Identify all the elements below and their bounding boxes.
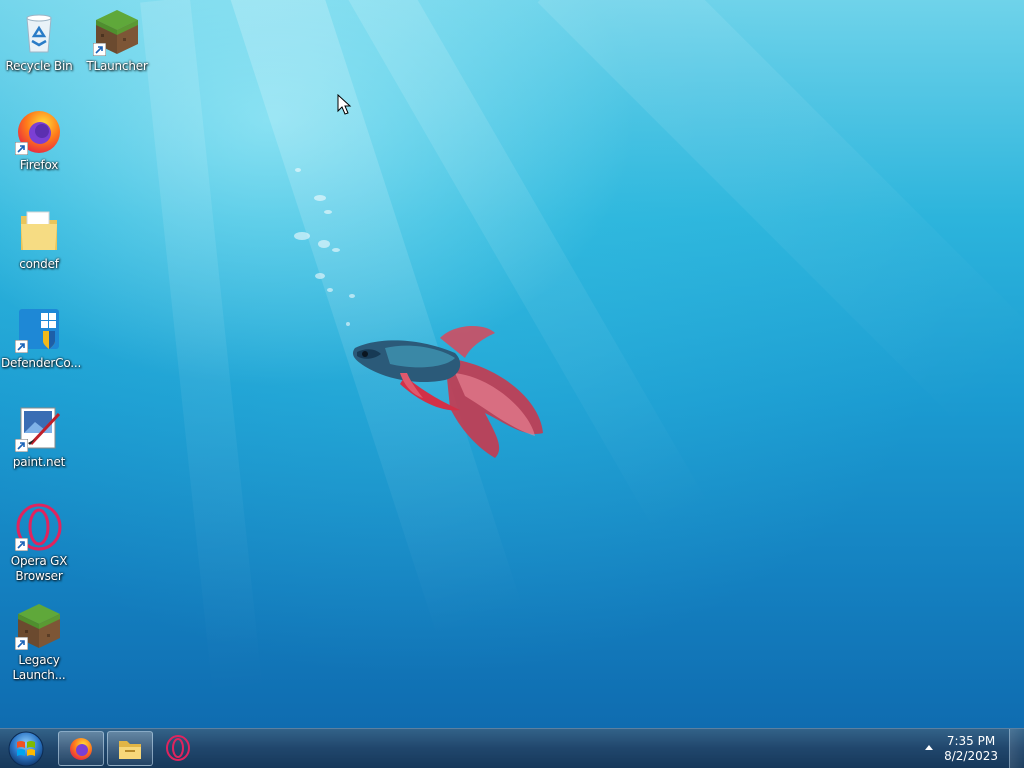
recycle-bin-icon (15, 8, 63, 56)
shortcut-arrow-icon (93, 43, 106, 56)
desktop-icon-legacy-launcher[interactable]: Legacy Launch... (1, 602, 77, 683)
opera-gx-icon (166, 735, 190, 761)
desktop-icon-label: paint.net (12, 455, 66, 469)
windows-defender-icon (15, 305, 63, 353)
taskbar-clock[interactable]: 7:35 PM 8/2/2023 (944, 734, 998, 764)
betta-fish-wallpaper (352, 326, 543, 458)
desktop-icon-tlauncher[interactable]: TLauncher (79, 8, 155, 74)
desktop-icon-label: Recycle Bin (5, 59, 73, 73)
desktop-icon-defenderco[interactable]: DefenderCo... (1, 305, 82, 371)
file-explorer-icon (119, 741, 141, 759)
shortcut-arrow-icon (15, 637, 28, 650)
desktop-icon-condef[interactable]: condef (1, 206, 77, 272)
show-desktop-button[interactable] (1009, 729, 1024, 768)
desktop-icon-recycle-bin[interactable]: Recycle Bin (1, 8, 77, 74)
desktop-icon-label: DefenderCo... (1, 356, 82, 370)
firefox-icon (15, 107, 63, 155)
desktop-icon-firefox[interactable]: Firefox (1, 107, 77, 173)
desktop-background[interactable]: Recycle Bin TLauncher Firefox condef Def… (0, 0, 1024, 728)
desktop-icon-paint-net[interactable]: paint.net (1, 404, 77, 470)
windows-start-orb-icon (8, 731, 44, 767)
taskbar-explorer-button[interactable] (107, 731, 153, 766)
desktop-icon-label: Firefox (19, 158, 59, 172)
opera-gx-icon (15, 503, 63, 551)
mouse-pointer-icon (337, 94, 352, 115)
folder-icon (15, 206, 63, 254)
taskbar: 7:35 PM 8/2/2023 (0, 728, 1024, 768)
shortcut-arrow-icon (15, 142, 28, 155)
paint-net-icon (15, 404, 63, 452)
light-ray (140, 0, 264, 699)
tray-overflow-button[interactable] (921, 739, 937, 755)
desktop-icon-label: TLauncher (86, 59, 148, 73)
clock-time: 7:35 PM (946, 734, 996, 748)
tray-overflow-arrow-icon (925, 745, 933, 750)
desktop-icon-label: condef (19, 257, 59, 271)
shortcut-arrow-icon (15, 340, 28, 353)
clock-date: 8/2/2023 (944, 749, 998, 763)
taskbar-firefox-button[interactable] (58, 731, 104, 766)
shortcut-arrow-icon (15, 439, 28, 452)
desktop-icon-label: Opera GX Browser (10, 554, 68, 583)
firefox-icon (70, 738, 92, 760)
minecraft-grass-block-icon (93, 8, 141, 56)
shortcut-arrow-icon (15, 538, 28, 551)
desktop-icon-opera-gx[interactable]: Opera GX Browser (1, 503, 77, 584)
start-button[interactable] (6, 730, 46, 768)
minecraft-grass-block-icon (15, 602, 63, 650)
taskbar-opera-gx-button[interactable] (156, 731, 202, 766)
desktop-icon-label: Legacy Launch... (12, 653, 66, 682)
